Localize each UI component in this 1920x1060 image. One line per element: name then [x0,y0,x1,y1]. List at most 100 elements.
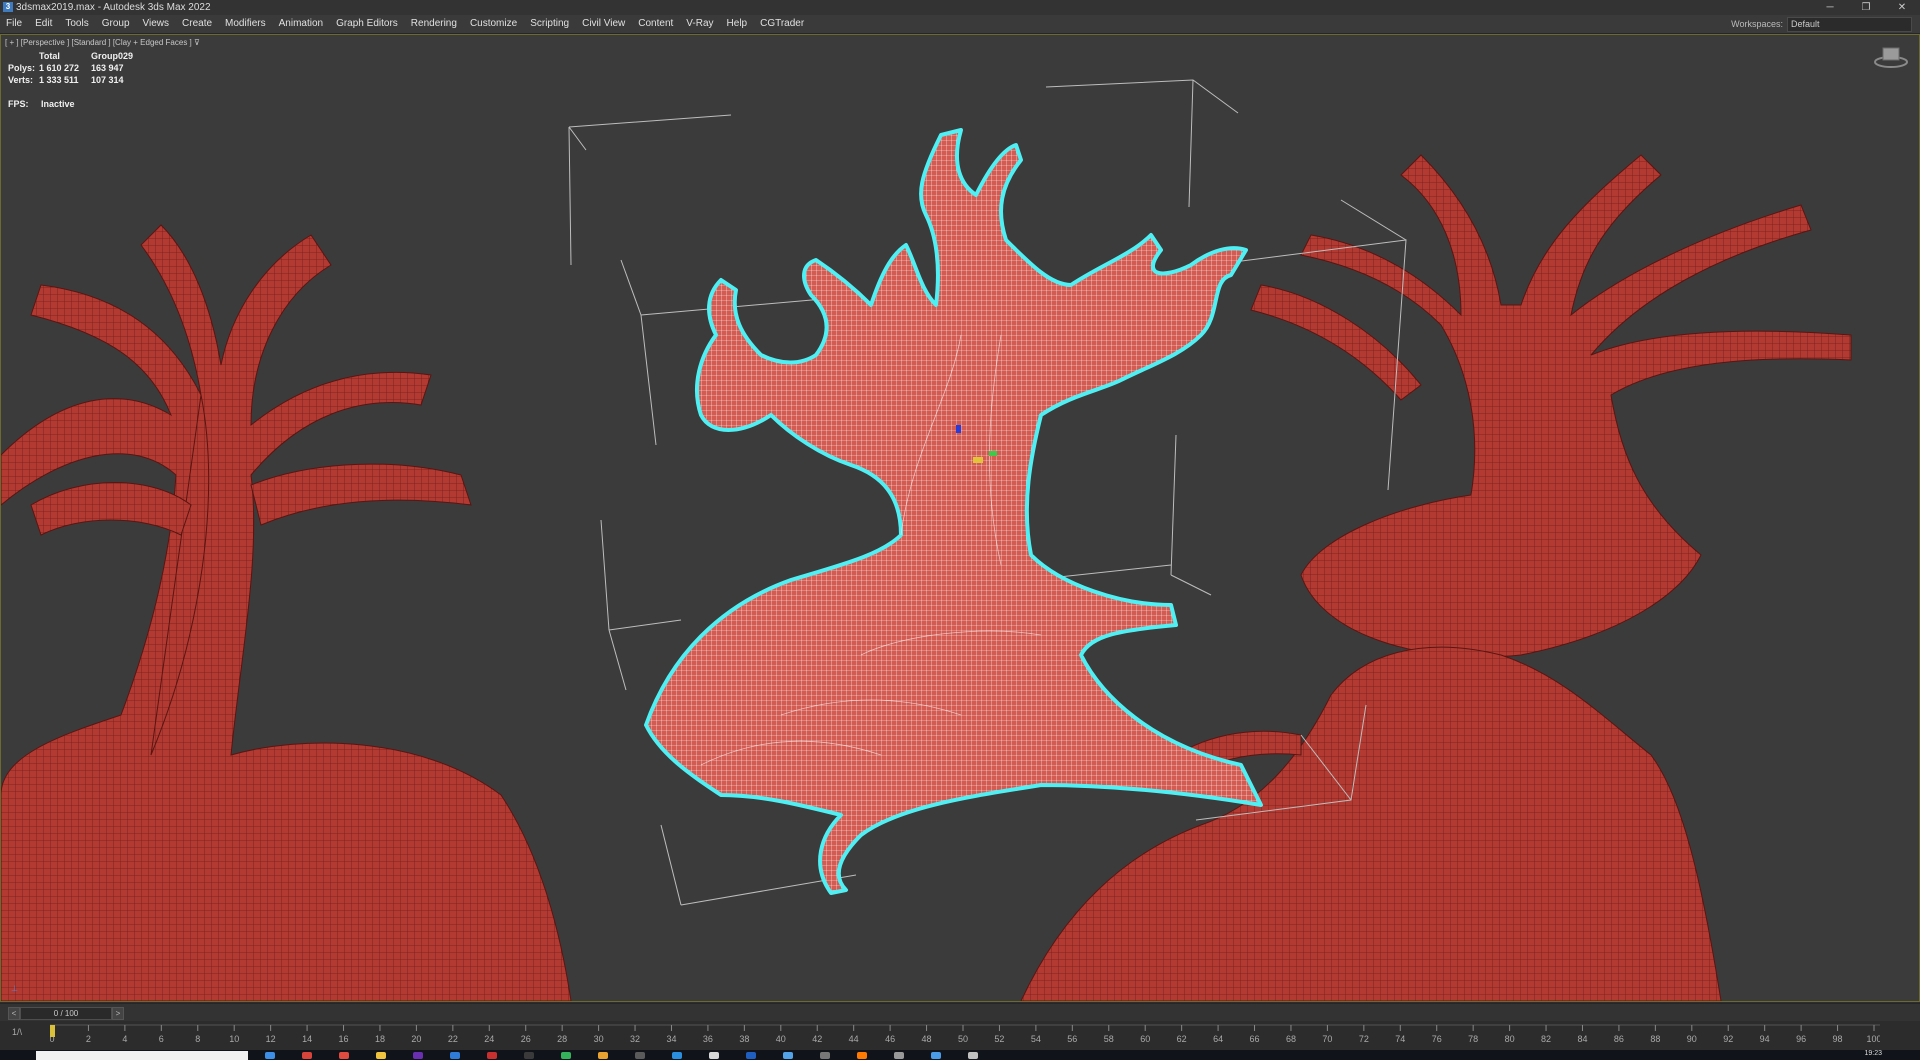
stats-verts-total: 1 333 511 [39,75,79,85]
ruler-tick-label: 20 [411,1034,421,1044]
track-bar[interactable]: 1/\ 0 2 4 6 8 10 12 14 16 18 20 22 24 26 28 30 32 34 36 38 4… [0,1021,1920,1050]
ruler-tick-label: 74 [1395,1034,1405,1044]
ruler-tick-label: 88 [1650,1034,1660,1044]
title-bar: 3 3dsmax2019.max - Autodesk 3ds Max 2022… [0,0,1920,15]
ruler-tick-label: 26 [521,1034,531,1044]
time-slider-bar: < 0 / 100 > [0,1003,1920,1022]
taskbar-app-icon[interactable] [561,1052,571,1059]
taskbar-app-icon[interactable] [746,1052,756,1059]
viewcube-icon[interactable] [1873,45,1909,69]
ruler-tick-label: 30 [594,1034,604,1044]
menu-item[interactable]: Rendering [411,15,457,33]
ruler-tick-label: 64 [1213,1034,1223,1044]
ruler-tick-label: 6 [159,1034,164,1044]
menu-bar: File Edit Tools Group Views Create Modifiers An… [0,15,1920,34]
close-button[interactable]: ✕ [1884,0,1920,15]
window-controls: ─ ❐ ✕ [1812,0,1920,15]
ruler-tick-label: 92 [1723,1034,1733,1044]
right-tree-mesh[interactable] [1250,154,1852,658]
taskbar-app-icon[interactable] [302,1052,312,1059]
menu-item[interactable]: CGTrader [760,15,804,33]
gizmo-marker-blue [956,425,961,433]
stats-row-polys: Polys: 1 610 272 163 947 [8,62,133,74]
ruler-tick-label: 72 [1359,1034,1369,1044]
taskbar-app-icon[interactable] [709,1052,719,1059]
ruler-tick-label: 16 [339,1034,349,1044]
menu-items: File Edit Tools Group Views Create Modifiers An… [6,15,817,33]
taskbar-app-icon[interactable] [857,1052,867,1059]
frame-ruler[interactable]: 0 2 4 6 8 10 12 14 16 18 20 22 24 26 28 30 32 34 36 38 40 42 4… [50,1021,1880,1050]
ruler-tick-label: 38 [739,1034,749,1044]
taskbar-app-icon[interactable] [968,1052,978,1059]
ruler-tick-label: 10 [229,1034,239,1044]
taskbar-app-icon[interactable] [413,1052,423,1059]
taskbar-app-icon[interactable] [931,1052,941,1059]
ruler-tick-label: 18 [375,1034,385,1044]
ruler-tick-label: 36 [703,1034,713,1044]
taskbar-app-icon[interactable] [487,1052,497,1059]
taskbar-app-icon[interactable] [672,1052,682,1059]
ruler-tick-label: 86 [1614,1034,1624,1044]
ruler-tick-label: 4 [122,1034,127,1044]
menu-item[interactable]: Animation [279,15,323,33]
menu-item[interactable]: V-Ray [686,15,713,33]
app-icon[interactable]: 3 [3,2,13,12]
taskbar-app-icon[interactable] [635,1052,645,1059]
ruler-tick-label: 22 [448,1034,458,1044]
menu-item[interactable]: Customize [470,15,517,33]
restore-button[interactable]: ❐ [1848,0,1884,15]
trackbar-mode-icon[interactable]: 1/\ [12,1027,22,1037]
menu-item[interactable]: Graph Editors [336,15,398,33]
ruler-tick-label: 94 [1760,1034,1770,1044]
minimize-button[interactable]: ─ [1812,0,1848,15]
ruler-tick-label: 62 [1177,1034,1187,1044]
menu-item[interactable]: Modifiers [225,15,266,33]
taskbar-app-icon[interactable] [598,1052,608,1059]
menu-item[interactable]: Civil View [582,15,625,33]
stats-header: Total Group029 [8,50,133,62]
stats-polys-total: 1 610 272 [39,63,80,73]
ruler-tick-label: 82 [1541,1034,1551,1044]
perspective-viewport[interactable]: [ + ] [Perspective ] [Standard ] [Clay +… [0,34,1920,1002]
ruler-tick-label: 48 [922,1034,932,1044]
menu-item[interactable]: Group [102,15,130,33]
viewport-scene[interactable] [1,35,1919,1001]
taskbar-app-icon[interactable] [820,1052,830,1059]
menu-item[interactable]: Edit [35,15,52,33]
menu-item[interactable]: Help [727,15,748,33]
current-frame-marker[interactable] [50,1025,55,1037]
stats-polys-label: Polys: [8,63,36,73]
previous-frame-button[interactable]: < [8,1007,20,1020]
menu-item[interactable]: Tools [65,15,88,33]
ruler-tick-label: 52 [994,1034,1004,1044]
taskbar-app-icon[interactable] [376,1052,386,1059]
menu-item[interactable]: File [6,15,22,33]
workspace-dropdown[interactable]: Default [1787,16,1912,32]
fps-label: FPS: [8,99,29,109]
menu-item[interactable]: Content [638,15,673,33]
taskbar-app-icon[interactable] [894,1052,904,1059]
menu-item[interactable]: Create [182,15,212,33]
left-tree-mesh[interactable] [1,224,572,1001]
next-frame-button[interactable]: > [112,1007,124,1020]
ruler-tick-label: 100 [1866,1034,1880,1044]
ruler-tick-label: 42 [812,1034,822,1044]
ruler-tick-label: 68 [1286,1034,1296,1044]
taskbar-app-icon[interactable] [450,1052,460,1059]
workspace-selector: Workspaces: Default [1731,15,1912,33]
viewport-label-text[interactable]: [ + ] [Perspective ] [Standard ] [Clay +… [5,38,192,47]
stats-header-selection: Group029 [91,51,134,61]
filter-icon[interactable]: ⊽ [194,38,200,47]
viewport-label[interactable]: [ + ] [Perspective ] [Standard ] [Clay +… [5,38,200,47]
menu-item[interactable]: Views [143,15,170,33]
taskbar-app-icon[interactable] [524,1052,534,1059]
taskbar-search-box[interactable] [36,1051,248,1060]
menu-item[interactable]: Scripting [530,15,569,33]
taskbar-app-icon[interactable] [783,1052,793,1059]
selected-tree-group029[interactable] [644,128,1263,895]
time-slider[interactable]: 0 / 100 [20,1007,112,1020]
taskbar-app-icon[interactable] [265,1052,275,1059]
bottom-right-root-mesh[interactable] [1020,646,1722,1001]
gizmo-marker-yellow [973,457,983,463]
taskbar-app-icon[interactable] [339,1052,349,1059]
